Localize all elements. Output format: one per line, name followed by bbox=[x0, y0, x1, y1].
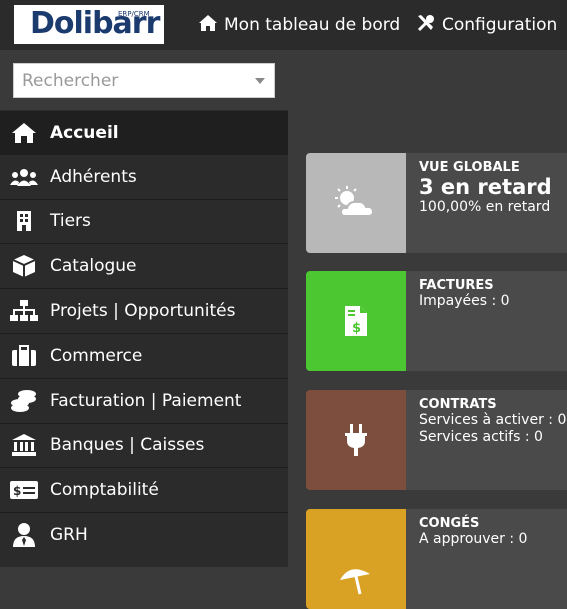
users-icon bbox=[10, 166, 38, 188]
tools-icon bbox=[416, 13, 442, 38]
menu-item-label: GRH bbox=[50, 525, 88, 546]
card-line: Services actifs : 0 bbox=[419, 429, 543, 445]
menu-item-label: Facturation | Paiement bbox=[50, 390, 242, 411]
menu-item-label: Comptabilité bbox=[50, 480, 159, 501]
menu-item-label: Projets | Opportunités bbox=[50, 301, 236, 322]
card-text: FACTURES Impayées : 0 bbox=[419, 278, 510, 310]
suitcase-icon bbox=[10, 344, 38, 367]
menu-item-label: Adhérents bbox=[50, 166, 137, 187]
card-title: CONGÉS bbox=[419, 516, 480, 531]
menu-item-accueil[interactable]: Accueil bbox=[0, 111, 288, 155]
home-icon bbox=[10, 122, 38, 144]
configuration-label: Configuration bbox=[442, 15, 558, 35]
card-text: CONTRATS Services à activer : 0 Services… bbox=[419, 397, 566, 446]
card-line: Impayées : 0 bbox=[419, 293, 510, 309]
card-text: CONGÉS A approuver : 0 bbox=[419, 516, 527, 548]
money-check-icon: $ bbox=[10, 479, 38, 501]
search-area: Rechercher bbox=[0, 50, 288, 110]
card-line: 100,00% en retard bbox=[419, 199, 551, 215]
search-select[interactable]: Rechercher bbox=[13, 63, 275, 98]
cube-icon bbox=[10, 255, 38, 278]
invoice-icon: $ bbox=[306, 271, 406, 371]
menu-item-label: Catalogue bbox=[50, 256, 137, 277]
card-factures[interactable]: $ FACTURES Impayées : 0 bbox=[306, 271, 567, 371]
card-line: Services à activer : 0 bbox=[419, 412, 567, 428]
umbrella-beach-icon bbox=[306, 509, 406, 609]
home-dashboard-link[interactable]: Mon tableau de bord bbox=[198, 0, 400, 50]
sidebar: Rechercher Accueil Adhérents Tiers Catal… bbox=[0, 50, 288, 567]
dashboard-area: VUE GLOBALE 3 en retard 100,00% en retar… bbox=[288, 50, 567, 609]
card-contrats[interactable]: CONTRATS Services à activer : 0 Services… bbox=[306, 390, 567, 490]
menu-item-comptabilite[interactable]: $ Comptabilité bbox=[0, 467, 288, 512]
card-vue-globale[interactable]: VUE GLOBALE 3 en retard 100,00% en retar… bbox=[306, 153, 567, 253]
search-placeholder: Rechercher bbox=[22, 71, 119, 91]
menu-item-projets[interactable]: Projets | Opportunités bbox=[0, 288, 288, 333]
bank-icon bbox=[10, 434, 38, 457]
card-title: CONTRATS bbox=[419, 397, 497, 412]
card-title: FACTURES bbox=[419, 278, 494, 293]
menu-item-label: Commerce bbox=[50, 345, 143, 366]
main-menu: Accueil Adhérents Tiers Catalogue Projet… bbox=[0, 111, 288, 557]
top-bar: Dolibarr ERP/CRM Mon tableau de bord Con… bbox=[0, 0, 567, 50]
sitemap-icon bbox=[10, 300, 38, 322]
menu-item-catalogue[interactable]: Catalogue bbox=[0, 243, 288, 288]
menu-item-label: Accueil bbox=[50, 122, 119, 143]
dolibarr-logo[interactable]: Dolibarr ERP/CRM bbox=[14, 5, 164, 44]
home-icon bbox=[198, 14, 224, 37]
home-dashboard-label: Mon tableau de bord bbox=[224, 15, 401, 35]
logo-subtitle: ERP/CRM bbox=[118, 10, 150, 18]
configuration-link[interactable]: Configuration bbox=[416, 0, 557, 50]
user-tie-icon bbox=[10, 523, 38, 548]
menu-item-tiers[interactable]: Tiers bbox=[0, 198, 288, 244]
building-icon bbox=[10, 210, 38, 232]
card-line: A approuver : 0 bbox=[419, 531, 528, 547]
menu-item-commerce[interactable]: Commerce bbox=[0, 332, 288, 378]
card-title: VUE GLOBALE bbox=[419, 160, 520, 175]
svg-text:$: $ bbox=[13, 484, 21, 498]
svg-text:$: $ bbox=[352, 321, 361, 336]
menu-item-grh[interactable]: GRH bbox=[0, 512, 288, 557]
coins-icon bbox=[10, 389, 38, 412]
menu-item-label: Tiers bbox=[50, 211, 91, 232]
cloud-sun-icon bbox=[306, 153, 406, 253]
menu-item-adherents[interactable]: Adhérents bbox=[0, 155, 288, 199]
menu-item-facturation[interactable]: Facturation | Paiement bbox=[0, 377, 288, 423]
menu-item-label: Banques | Caisses bbox=[50, 435, 205, 456]
plug-icon bbox=[306, 390, 406, 490]
card-big-value: 3 en retard bbox=[419, 175, 552, 199]
chevron-down-icon bbox=[255, 78, 265, 84]
card-text: VUE GLOBALE 3 en retard 100,00% en retar… bbox=[419, 160, 552, 216]
menu-item-banques[interactable]: Banques | Caisses bbox=[0, 422, 288, 468]
card-conges[interactable]: CONGÉS A approuver : 0 bbox=[306, 509, 567, 609]
